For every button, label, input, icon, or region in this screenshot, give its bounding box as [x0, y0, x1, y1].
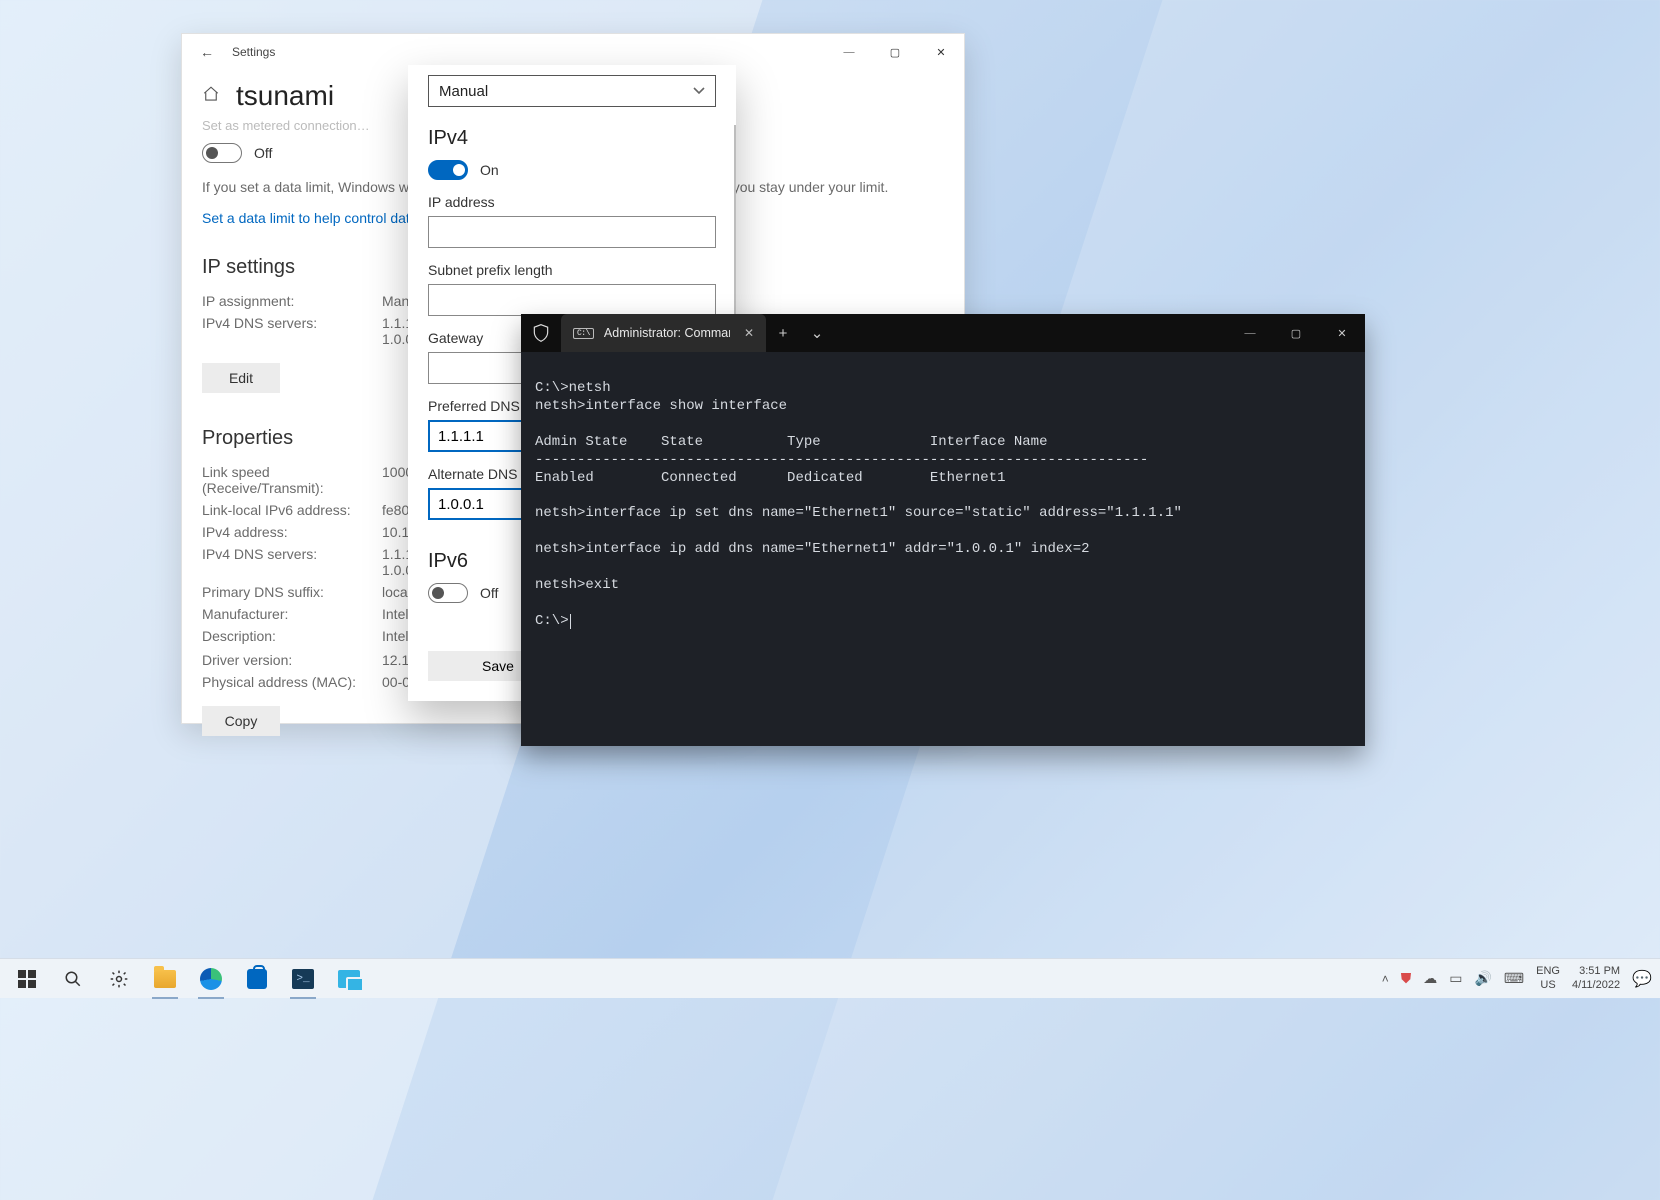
terminal-tab[interactable]: C:\ Administrator: Command Prom ✕ — [561, 314, 766, 352]
ip-mode-combo[interactable]: Manual — [428, 75, 716, 107]
terminal-minimize-button[interactable]: — — [1227, 315, 1273, 351]
dns-suffix-label: Primary DNS suffix: — [202, 584, 382, 600]
shield-icon — [531, 323, 551, 343]
action-center-icon[interactable]: 💬 — [1632, 969, 1652, 989]
ip-assignment-label: IP assignment: — [202, 293, 382, 309]
description-label: Description: — [202, 628, 382, 644]
metered-connection-toggle[interactable] — [202, 143, 242, 163]
ipv4-addr-label: IPv4 address: — [202, 524, 382, 540]
tab-dropdown-button[interactable]: ⌄ — [800, 324, 834, 342]
tray-volume-icon[interactable]: 🔊 — [1474, 970, 1491, 987]
metered-toggle-label: Off — [254, 145, 272, 161]
edit-button[interactable]: Edit — [202, 363, 280, 393]
ipv4-dns-label: IPv4 DNS servers: — [202, 315, 382, 347]
ipv6-toggle[interactable] — [428, 583, 468, 603]
tray-security-icon[interactable]: ⛊ — [1401, 970, 1412, 987]
edge-button[interactable] — [188, 959, 234, 999]
minimize-button[interactable]: — — [826, 34, 872, 70]
file-explorer-button[interactable] — [142, 959, 188, 999]
ip-address-label: IP address — [428, 194, 716, 210]
page-title: tsunami — [236, 80, 334, 112]
tab-close-icon[interactable]: ✕ — [744, 326, 754, 340]
mac-label: Physical address (MAC): — [202, 674, 382, 690]
tray-onedrive-icon[interactable]: ☁ — [1423, 970, 1437, 987]
subnet-label: Subnet prefix length — [428, 262, 716, 278]
maximize-button[interactable]: ▢ — [872, 34, 918, 70]
clock-time: 3:51 PM — [1579, 965, 1620, 978]
new-tab-button[interactable]: + — [766, 325, 800, 342]
terminal-window: C:\ Administrator: Command Prom ✕ + ⌄ — … — [521, 314, 1365, 746]
search-icon — [64, 970, 82, 988]
ipv4-heading: IPv4 — [428, 127, 716, 150]
terminal-close-button[interactable]: ✕ — [1319, 315, 1365, 351]
ipv4-toggle[interactable] — [428, 160, 468, 180]
terminal-tab-title: Administrator: Command Prom — [604, 326, 730, 340]
ipv4-dns-label2: IPv4 DNS servers: — [202, 546, 382, 578]
clock[interactable]: 3:51 PM 4/11/2022 — [1572, 965, 1620, 991]
start-button[interactable] — [4, 959, 50, 999]
store-icon — [247, 969, 267, 989]
ipv6-local-label: Link-local IPv6 address: — [202, 502, 382, 518]
tray-keyboard-icon[interactable]: ⌨ — [1504, 970, 1524, 987]
vm-icon — [338, 970, 360, 988]
home-icon[interactable] — [202, 85, 220, 108]
language-top: ENG — [1536, 965, 1560, 978]
ip-address-input[interactable] — [428, 216, 716, 248]
copy-button[interactable]: Copy — [202, 706, 280, 736]
chevron-down-icon — [693, 85, 705, 97]
taskbar: >_ ˄ ⛊ ☁ ▭ 🔊 ⌨ ENG US 3:51 PM 4/11/2022 … — [0, 958, 1660, 998]
windows-icon — [18, 970, 36, 988]
close-button[interactable]: ✕ — [918, 34, 964, 70]
ipv6-toggle-label: Off — [480, 585, 498, 601]
language-indicator[interactable]: ENG US — [1536, 965, 1560, 991]
ip-mode-value: Manual — [439, 83, 488, 100]
vm-button[interactable] — [326, 959, 372, 999]
back-arrow-icon[interactable]: ← — [200, 44, 214, 60]
store-button[interactable] — [234, 959, 280, 999]
terminal-taskbar-button[interactable]: >_ — [280, 959, 326, 999]
terminal-icon: >_ — [292, 969, 314, 989]
tray-display-icon[interactable]: ▭ — [1449, 970, 1462, 987]
language-bot: US — [1540, 979, 1555, 992]
tray-overflow-icon[interactable]: ˄ — [1382, 972, 1389, 986]
cmd-icon: C:\ — [573, 328, 594, 339]
terminal-maximize-button[interactable]: ▢ — [1273, 315, 1319, 351]
driver-version-label: Driver version: — [202, 652, 382, 668]
search-button[interactable] — [50, 959, 96, 999]
clock-date: 4/11/2022 — [1572, 979, 1620, 992]
folder-icon — [154, 970, 176, 988]
settings-taskbar-button[interactable] — [96, 959, 142, 999]
edge-icon — [200, 968, 222, 990]
gear-icon — [109, 969, 129, 989]
link-speed-label: Link speed (Receive/Transmit): — [202, 464, 382, 496]
settings-window-title: Settings — [232, 45, 275, 59]
ipv4-toggle-label: On — [480, 162, 499, 178]
subnet-input[interactable] — [428, 284, 716, 316]
terminal-titlebar: C:\ Administrator: Command Prom ✕ + ⌄ — … — [521, 314, 1365, 352]
manufacturer-label: Manufacturer: — [202, 606, 382, 622]
terminal-body[interactable]: C:\>netsh netsh>interface show interface… — [521, 352, 1365, 659]
